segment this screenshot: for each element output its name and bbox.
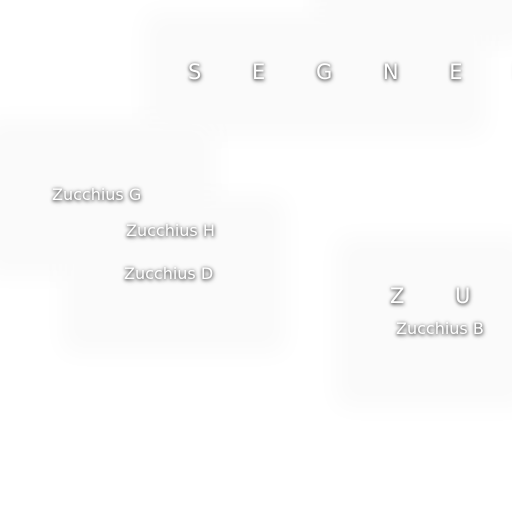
label-zucchius-g[interactable]: Zucchius G <box>52 185 141 204</box>
label-zucchius-h[interactable]: Zucchius H <box>126 221 215 240</box>
map-canvas[interactable]: S E G N E R Zucchius G Zucchius H Zucchi… <box>0 0 512 512</box>
label-zucchius-d[interactable]: Zucchius D <box>124 264 213 283</box>
label-zucchius-b[interactable]: Zucchius B <box>396 319 484 338</box>
label-segner[interactable]: S E G N E R <box>188 60 512 84</box>
label-zucchius[interactable]: Z U C C <box>390 284 512 308</box>
label-halo <box>330 0 512 30</box>
